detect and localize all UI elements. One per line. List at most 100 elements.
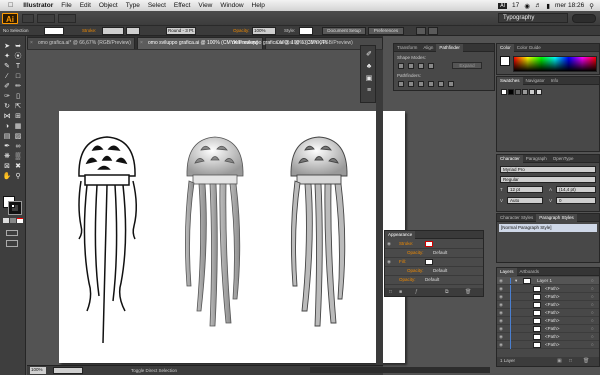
artboard-tool-icon[interactable]: ⊠	[2, 162, 12, 171]
target-icon[interactable]: ○	[591, 277, 594, 284]
duplicate-icon[interactable]: ⧉	[445, 289, 449, 295]
sublayer-row[interactable]: ◉ <Path> ○	[497, 285, 599, 293]
document-tab[interactable]: × omo grafica.ai* @ 66,67% (RGB/Preview)	[27, 37, 135, 49]
tab-paragraph-styles[interactable]: Paragraph Styles	[536, 214, 577, 222]
menu-view[interactable]: View	[194, 2, 216, 9]
close-icon[interactable]: ×	[140, 38, 143, 48]
perspective-grid-tool-icon[interactable]: ▦	[13, 122, 23, 131]
artwork[interactable]	[59, 111, 405, 363]
brush-definition[interactable]: Round - 3 Pt.	[166, 27, 196, 35]
minus-front-icon[interactable]	[408, 63, 414, 69]
visibility-icon[interactable]: ◉	[387, 258, 393, 266]
tab-artboards[interactable]: Artboards	[517, 268, 543, 276]
paintbrush-tool-icon[interactable]: ✐	[2, 82, 12, 91]
draw-mode-icon[interactable]	[6, 230, 18, 236]
font-style-field[interactable]: Regular	[500, 176, 596, 183]
preferences-button[interactable]: Preferences	[368, 27, 404, 35]
fill-color-picker[interactable]	[44, 27, 64, 35]
new-layer-icon[interactable]: □	[569, 358, 572, 364]
wifi-icon[interactable]: ◉	[524, 2, 530, 10]
menu-select[interactable]: Select	[144, 2, 170, 9]
delete-icon[interactable]: 🗑	[465, 289, 471, 295]
merge-icon[interactable]	[418, 81, 424, 87]
target-icon[interactable]: ○	[591, 285, 594, 292]
magic-wand-tool-icon[interactable]: ✦	[2, 52, 12, 61]
symbol-sprayer-tool-icon[interactable]: ❋	[2, 152, 12, 161]
visibility-icon[interactable]: ◉	[387, 240, 393, 248]
outline-icon[interactable]	[438, 81, 444, 87]
line-tool-icon[interactable]: ∕	[2, 72, 12, 81]
arrange-documents-icon[interactable]	[37, 14, 55, 23]
character-outline[interactable]	[78, 136, 137, 344]
target-icon[interactable]: ○	[591, 333, 594, 340]
shape-builder-tool-icon[interactable]: ◑	[2, 122, 12, 131]
gradient-mode-icon[interactable]	[10, 218, 16, 223]
align-icon[interactable]	[416, 27, 426, 35]
rotate-tool-icon[interactable]: ↻	[2, 102, 12, 111]
character-filled[interactable]	[290, 136, 348, 327]
type-tool-icon[interactable]: T	[13, 62, 23, 71]
search-help-field[interactable]	[572, 14, 596, 23]
stroke-weight-field[interactable]	[102, 27, 124, 35]
tab-opentype[interactable]: OpenType	[550, 155, 577, 163]
minus-back-icon[interactable]	[448, 81, 454, 87]
zoom-field[interactable]: 100%	[30, 367, 46, 374]
tab-character-styles[interactable]: Character Styles	[497, 214, 536, 222]
tab-color-guide[interactable]: Color Guide	[514, 44, 544, 52]
sublayer-row[interactable]: ◉ <Path> ○	[497, 341, 599, 349]
artboard[interactable]	[59, 111, 405, 363]
visibility-icon[interactable]: ◉	[499, 317, 503, 324]
gradient-tool-icon[interactable]: ▨	[13, 132, 23, 141]
artboard-navigation[interactable]	[53, 367, 83, 374]
add-fill-icon[interactable]: ■	[399, 289, 402, 295]
close-icon[interactable]: ×	[30, 38, 33, 48]
selection-tool-icon[interactable]: ➤	[2, 42, 12, 51]
swatch[interactable]	[515, 89, 521, 95]
width-tool-icon[interactable]: ⋈	[2, 112, 12, 121]
app-menu[interactable]: Illustrator	[19, 2, 57, 9]
tab-paragraph[interactable]: Paragraph	[523, 155, 550, 163]
color-fill-swatch[interactable]	[500, 56, 510, 66]
eyedropper-tool-icon[interactable]: ✒	[2, 142, 12, 151]
layer-name[interactable]: Layer 1	[537, 277, 552, 284]
target-icon[interactable]: ○	[591, 325, 594, 332]
target-icon[interactable]: ○	[591, 293, 594, 300]
menu-object[interactable]: Object	[95, 2, 122, 9]
tab-character[interactable]: Character	[497, 155, 523, 163]
tab-color[interactable]: Color	[497, 44, 514, 52]
visibility-icon[interactable]: ◉	[499, 333, 503, 340]
trim-icon[interactable]	[408, 81, 414, 87]
spotlight-icon[interactable]: ⚲	[589, 2, 594, 10]
fill-color-swatch[interactable]	[425, 259, 433, 265]
lasso-tool-icon[interactable]: ⦿	[13, 52, 23, 61]
swatch[interactable]	[529, 89, 535, 95]
mesh-tool-icon[interactable]: ▤	[2, 132, 12, 141]
blend-tool-icon[interactable]: ∞	[13, 142, 23, 151]
tab-navigator[interactable]: Navigator	[523, 77, 548, 85]
opacity-label[interactable]: Opacity:	[233, 28, 250, 33]
crop-icon[interactable]	[428, 81, 434, 87]
appearance-row[interactable]: Opacity: Default	[385, 276, 483, 285]
notification-count[interactable]: 17	[512, 2, 519, 9]
ai-status-badge[interactable]: AI	[498, 2, 507, 9]
sublayer-row[interactable]: ◉ <Path> ○	[497, 293, 599, 301]
eraser-tool-icon[interactable]: ▯	[13, 92, 23, 101]
appearance-title[interactable]: Appearance	[385, 231, 416, 239]
opacity-field[interactable]: 100%	[252, 27, 276, 35]
swatch[interactable]	[501, 89, 507, 95]
pen-tool-icon[interactable]: ✎	[2, 62, 12, 71]
visibility-icon[interactable]: ◉	[499, 277, 503, 284]
target-icon[interactable]: ○	[591, 341, 594, 348]
appearance-row[interactable]: Opacity: Default	[385, 249, 483, 258]
free-transform-tool-icon[interactable]: ⊞	[13, 112, 23, 121]
stroke-color-swatch[interactable]	[425, 241, 433, 247]
font-size-field[interactable]: 12 pt	[507, 186, 543, 193]
visibility-icon[interactable]: ◉	[499, 325, 503, 332]
tab-info[interactable]: Info	[548, 77, 562, 85]
style-list-item[interactable]: [Normal Paragraph Style]	[499, 224, 597, 232]
document-setup-button[interactable]: Document Setup	[322, 27, 366, 35]
canvas-vertical-scrollbar[interactable]	[376, 50, 383, 365]
leading-field[interactable]: (14,4 pt)	[556, 186, 596, 193]
layer-row[interactable]: ◉ ▾ Layer 1 ○	[497, 277, 599, 285]
zoom-tool-icon[interactable]: ⚲	[13, 172, 23, 181]
